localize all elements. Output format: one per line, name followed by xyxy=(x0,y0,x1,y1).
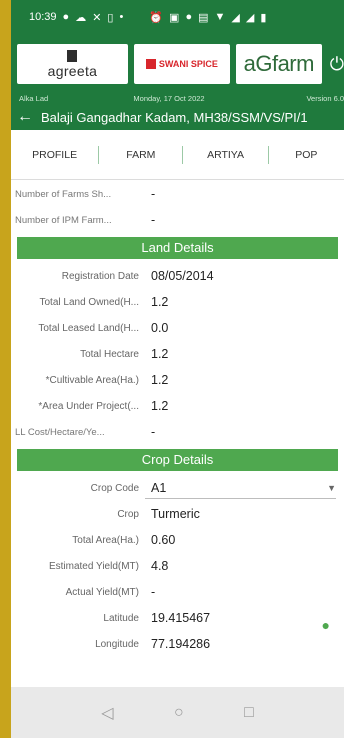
land-field-row: LL Cost/Hectare/Ye... - xyxy=(11,419,344,445)
land-details-header: Land Details xyxy=(17,237,338,259)
land-field-row: Total Leased Land(H... 0.0 xyxy=(11,315,344,341)
tab-pop[interactable]: POP xyxy=(269,149,344,161)
farmer-title: Balaji Gangadhar Kadam, MH38/SSM/VS/PI/1 xyxy=(41,109,308,125)
farm-content[interactable]: Number of Farms Sh... - Number of IPM Fa… xyxy=(11,181,344,687)
swani-spice-logo: SWANI SPICE xyxy=(133,44,230,84)
signal-icon: ◢ xyxy=(245,11,255,24)
app-frame: 10:39 ● ☁ ✕ ▯ • ⏰ ▣ ● ▤ ▼ ◢ ◢ ▮ agreeta xyxy=(11,0,344,738)
user-name: Alka Lad xyxy=(19,94,49,103)
cloud-icon: ☁ xyxy=(75,11,87,24)
agreeta-mark-icon xyxy=(67,49,78,62)
crop-field-row: Actual Yield(MT) - xyxy=(11,579,344,605)
field-label: Actual Yield(MT) xyxy=(65,586,139,598)
field-label: *Cultivable Area(Ha.) xyxy=(45,374,139,386)
field-label: Total Leased Land(H... xyxy=(38,322,139,334)
crop-field-row: Latitude 19.415467 ● xyxy=(11,605,344,633)
field-label: Total Land Owned(H... xyxy=(39,296,140,308)
field-label: Number of IPM Farm... xyxy=(15,214,112,226)
field-label: Total Area(Ha.) xyxy=(72,534,139,546)
current-date: Monday, 17 Oct 2022 xyxy=(133,94,205,103)
location-icon: ● xyxy=(62,11,70,23)
summary-row: Number of IPM Farm... - xyxy=(11,207,344,233)
logo-row: agreeta SWANI SPICE aGfarm ⏻ xyxy=(17,41,344,87)
field-label: Number of Farms Sh... xyxy=(15,188,112,200)
land-field-row: Total Hectare 1.2 xyxy=(11,341,344,367)
power-icon[interactable]: ⏻ xyxy=(330,54,344,75)
crop-code-value: A1 xyxy=(151,480,167,495)
field-label: Latitude xyxy=(103,612,139,624)
land-field-row: Total Land Owned(H... 1.2 xyxy=(11,289,344,315)
tab-profile[interactable]: PROFILE xyxy=(11,149,98,161)
agreeta-logo: agreeta xyxy=(17,44,128,84)
signal-icon: ◢ xyxy=(231,11,240,24)
field-label: Total Hectare xyxy=(80,348,139,360)
field-value: 4.8 xyxy=(151,559,169,573)
field-value: Turmeric xyxy=(151,507,200,521)
crop-field-row: Estimated Yield(MT) 4.8 xyxy=(11,553,344,579)
tab-bar: PROFILE FARM ARTIYA POP xyxy=(11,130,344,180)
swani-mark-icon xyxy=(145,59,156,69)
field-label: *Area Under Project(... xyxy=(38,400,139,412)
field-value: - xyxy=(151,585,156,599)
map-pin-icon[interactable]: ● xyxy=(322,617,330,633)
recents-icon[interactable]: □ xyxy=(244,704,254,722)
app-version: Version 6.0 xyxy=(306,94,344,103)
status-bar: 10:39 ● ☁ ✕ ▯ • ⏰ ▣ ● ▤ ▼ ◢ ◢ ▮ xyxy=(11,0,344,34)
field-value: 1.2 xyxy=(151,373,169,387)
field-label: Estimated Yield(MT) xyxy=(48,560,139,572)
dot-icon: • xyxy=(119,11,124,23)
crop-field-row: Total Area(Ha.) 0.60 xyxy=(11,527,344,553)
field-value: 0.0 xyxy=(151,321,169,335)
location-icon: ● xyxy=(185,11,193,23)
system-nav-bar: ◁ ○ □ xyxy=(11,687,344,738)
crop-field-row: Longitude 77.194286 xyxy=(11,631,344,657)
wifi-icon: ▼ xyxy=(214,11,226,23)
land-field-row: *Cultivable Area(Ha.) 1.2 xyxy=(11,367,344,393)
field-value: 08/05/2014 xyxy=(151,269,214,283)
field-value: 1.2 xyxy=(151,399,169,413)
summary-row: Number of Farms Sh... - xyxy=(11,181,344,207)
land-field-row: Registration Date 08/05/2014 xyxy=(11,263,344,289)
crop-details-header: Crop Details xyxy=(17,449,338,471)
field-label: Crop Code xyxy=(90,482,139,494)
back-arrow-icon[interactable]: ← xyxy=(17,108,33,126)
field-value: - xyxy=(151,213,156,227)
field-value: - xyxy=(151,187,156,201)
swani-logo-text: SWANI SPICE xyxy=(158,59,218,69)
sd-icon: ▯ xyxy=(107,11,114,24)
field-label: Longitude xyxy=(95,638,139,650)
alarm-icon: ⏰ xyxy=(149,11,164,24)
field-value: 0.60 xyxy=(151,533,176,547)
land-field-row: *Area Under Project(... 1.2 xyxy=(11,393,344,419)
agreeta-logo-text: agreeta xyxy=(47,62,98,79)
info-line: Alka Lad Monday, 17 Oct 2022 Version 6.0 xyxy=(19,94,344,103)
field-label: LL Cost/Hectare/Ye... xyxy=(15,426,105,438)
field-value: 77.194286 xyxy=(151,637,211,651)
back-icon[interactable]: ◁ xyxy=(101,703,113,723)
tab-artiya[interactable]: ARTIYA xyxy=(183,149,267,161)
agfarm-logo: aGfarm xyxy=(235,44,322,84)
chevron-down-icon: ▼ xyxy=(327,482,336,493)
home-icon[interactable]: ○ xyxy=(174,704,184,722)
tab-farm[interactable]: FARM xyxy=(99,149,182,161)
field-label: Crop xyxy=(117,508,139,520)
farmer-title-bar: ← Balaji Gangadhar Kadam, MH38/SSM/VS/PI… xyxy=(17,108,344,126)
field-label: Registration Date xyxy=(61,270,139,282)
field-value: 19.415467 xyxy=(151,611,211,625)
agfarm-logo-text: aGfarm xyxy=(243,51,315,76)
missed-call-icon: ✕ xyxy=(92,11,102,24)
crop-field-row: Crop Turmeric xyxy=(11,501,344,527)
battery-icon: ▮ xyxy=(260,11,267,24)
data-icon: ▤ xyxy=(198,11,209,24)
field-value: 1.2 xyxy=(151,295,169,309)
nfc-icon: ▣ xyxy=(169,11,180,24)
crop-code-dropdown[interactable]: A1 ▼ xyxy=(145,477,336,499)
field-value: 1.2 xyxy=(151,347,169,361)
crop-code-row: Crop Code A1 ▼ xyxy=(11,475,344,501)
status-time: 10:39 xyxy=(29,11,57,23)
field-value: - xyxy=(151,425,156,439)
app-header: 10:39 ● ☁ ✕ ▯ • ⏰ ▣ ● ▤ ▼ ◢ ◢ ▮ agreeta xyxy=(11,0,344,130)
